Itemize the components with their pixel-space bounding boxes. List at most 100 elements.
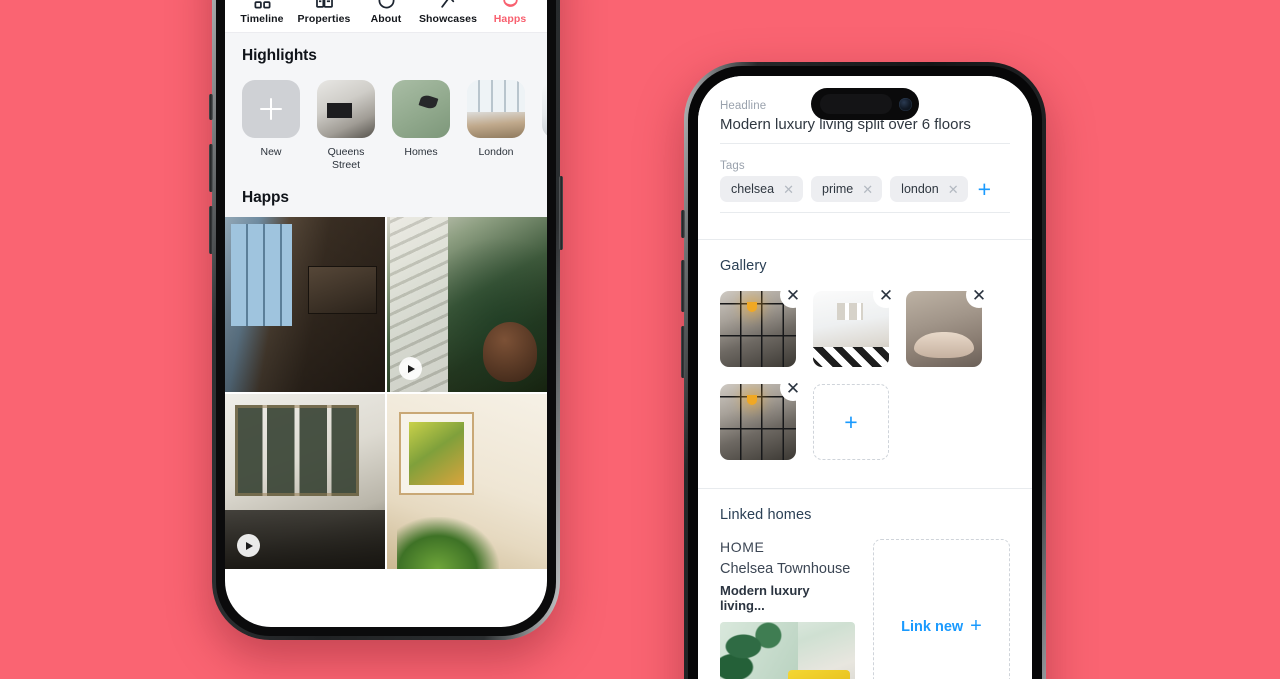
tab-about[interactable]: About <box>355 0 417 25</box>
tag-chip-label: chelsea <box>731 182 775 196</box>
link-new-label: Link new <box>901 618 964 635</box>
linked-home-name: Chelsea Townhouse <box>720 561 851 577</box>
tab-properties-label: Properties <box>297 13 351 25</box>
power-button[interactable] <box>559 176 563 250</box>
happs-title: Happs <box>242 189 289 207</box>
highlight-thumbnail[interactable] <box>317 80 375 138</box>
add-gallery-image-button[interactable]: + <box>813 384 889 460</box>
close-icon[interactable]: ✕ <box>873 282 899 308</box>
gallery-row-2[interactable]: ✕ + <box>720 375 1010 460</box>
linked-home-description: Modern luxury living... <box>720 583 810 613</box>
highlight-item-my-home[interactable]: My Home <box>542 80 547 171</box>
grid-squares-icon <box>253 0 272 10</box>
right-phone-screen: Headline Modern luxury living split over… <box>698 76 1032 679</box>
happs-section-header: Happs <box>225 189 547 218</box>
gallery-section: Gallery ✕ ✕ ✕ ✕ + <box>698 240 1032 488</box>
happs-cell[interactable] <box>387 394 547 570</box>
highlight-item-london[interactable]: London <box>467 80 525 171</box>
building-photo-icon <box>315 0 334 10</box>
highlight-label: London <box>478 146 514 158</box>
highlight-thumbnail[interactable] <box>392 80 450 138</box>
close-icon[interactable]: ✕ <box>780 375 806 401</box>
happs-photo-grid[interactable] <box>225 217 547 570</box>
right-app-scroll-area[interactable]: Headline Modern luxury living split over… <box>698 76 1032 679</box>
linked-homes-section: Linked homes HOME Chelsea Townhouse Mode… <box>698 489 1032 679</box>
highlight-label: Homes <box>404 146 438 158</box>
highlight-item-new[interactable]: New <box>242 80 300 171</box>
gallery-item[interactable]: ✕ <box>720 282 806 367</box>
tag-chip-label: prime <box>822 182 854 196</box>
dynamic-island <box>811 88 919 120</box>
happs-cell[interactable] <box>387 217 547 393</box>
highlight-label: New <box>260 146 282 158</box>
gallery-item[interactable]: ✕ <box>813 282 899 367</box>
right-phone-device: Headline Modern luxury living split over… <box>681 62 1046 679</box>
linked-home-kind: HOME <box>720 539 765 555</box>
volume-up-button[interactable] <box>209 144 213 192</box>
highlight-thumbnail[interactable] <box>542 80 547 138</box>
happs-cell[interactable] <box>225 217 385 393</box>
highlight-thumbnail[interactable] <box>467 80 525 138</box>
sparkle-icon <box>439 0 458 10</box>
close-icon[interactable]: ✕ <box>862 183 873 196</box>
linked-homes-grid: HOME Chelsea Townhouse Modern luxury liv… <box>720 539 1010 679</box>
silence-switch[interactable] <box>209 94 213 120</box>
circle-icon <box>377 0 396 10</box>
tab-timeline[interactable]: Timeline <box>231 0 293 25</box>
left-phone-bezel: Timeline Properties About Showcases Happ… <box>216 0 556 636</box>
tab-showcases-label: Showcases <box>418 13 478 25</box>
gallery-item[interactable]: ✕ <box>720 375 806 460</box>
happs-logo-icon <box>501 0 520 10</box>
dynamic-island-pill <box>820 94 892 114</box>
link-new-button[interactable]: Link new + <box>873 539 1010 679</box>
gallery-title: Gallery <box>720 258 767 274</box>
close-icon[interactable]: ✕ <box>783 183 794 196</box>
linked-homes-title: Linked homes <box>720 507 812 523</box>
tags-row[interactable]: chelsea ✕ prime ✕ london ✕ + <box>720 176 1010 213</box>
volume-down-button[interactable] <box>209 206 213 254</box>
tab-properties[interactable]: Properties <box>293 0 355 25</box>
left-app-scroll-area[interactable]: Timeline Properties About Showcases Happ… <box>225 0 547 627</box>
tab-showcases[interactable]: Showcases <box>417 0 479 25</box>
left-phone-device: Timeline Properties About Showcases Happ… <box>209 0 563 640</box>
close-icon[interactable]: ✕ <box>966 282 992 308</box>
tags-field: Tags chelsea ✕ prime ✕ london ✕ + <box>698 160 1032 213</box>
tab-about-label: About <box>370 13 402 25</box>
volume-up-button[interactable] <box>681 260 685 312</box>
highlights-section: Highlights New Queens Street Homes Londo… <box>225 33 547 190</box>
linked-home-thumbnail[interactable] <box>720 622 855 679</box>
highlight-label: My Home <box>542 146 547 159</box>
plus-icon: + <box>970 615 982 637</box>
right-phone-bezel: Headline Modern luxury living split over… <box>688 66 1042 679</box>
plus-icon: + <box>844 408 858 435</box>
left-phone-screen: Timeline Properties About Showcases Happ… <box>225 0 547 627</box>
tab-timeline-label: Timeline <box>240 13 284 25</box>
highlight-item-homes[interactable]: Homes <box>392 80 450 171</box>
tabbar: Timeline Properties About Showcases Happ… <box>225 0 547 33</box>
tags-label: Tags <box>720 160 745 172</box>
gallery-item[interactable]: ✕ <box>906 282 992 367</box>
happs-cell[interactable] <box>225 394 385 570</box>
linked-home-card[interactable]: HOME Chelsea Townhouse Modern luxury liv… <box>720 539 855 679</box>
close-icon[interactable]: ✕ <box>948 183 959 196</box>
volume-down-button[interactable] <box>681 326 685 378</box>
highlight-label: Queens Street <box>327 146 365 171</box>
close-icon[interactable]: ✕ <box>780 282 806 308</box>
add-tag-icon[interactable]: + <box>978 177 991 201</box>
front-camera-icon <box>899 97 912 111</box>
tag-chip[interactable]: london ✕ <box>890 176 968 202</box>
add-highlight-icon[interactable] <box>242 80 300 138</box>
tab-happs[interactable]: Happs <box>479 0 541 25</box>
silence-switch[interactable] <box>681 210 685 238</box>
tab-happs-label: Happs <box>493 13 527 25</box>
gallery-row-1[interactable]: ✕ ✕ ✕ <box>720 282 1010 367</box>
highlight-item-queens-street[interactable]: Queens Street <box>317 80 375 171</box>
tag-chip[interactable]: prime ✕ <box>811 176 883 202</box>
highlights-row[interactable]: New Queens Street Homes London <box>242 80 547 171</box>
headline-input[interactable]: Modern luxury living split over 6 floors <box>720 116 1010 144</box>
tag-chip[interactable]: chelsea ✕ <box>720 176 803 202</box>
tag-chip-label: london <box>901 182 939 196</box>
highlights-title: Highlights <box>242 47 317 64</box>
